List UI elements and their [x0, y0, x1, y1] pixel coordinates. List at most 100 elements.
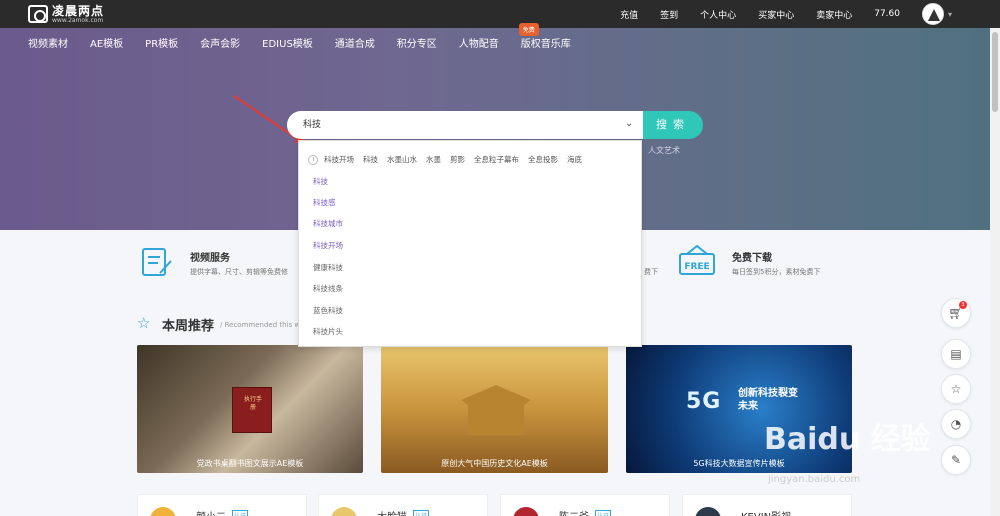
baidu-watermark: Baidu 经验 — [764, 422, 931, 457]
suggestion-item[interactable]: 科技片头 — [313, 326, 343, 337]
search-box: ⌄ — [287, 111, 643, 139]
author-card[interactable]: KEVIN影视 — [682, 494, 852, 516]
feedback-button[interactable]: ✎ — [941, 445, 971, 475]
verified-badge: 认证 — [595, 510, 612, 516]
free-icon-text: FREE — [684, 262, 709, 272]
author-card[interactable]: 颜小二 认证 — [137, 494, 307, 516]
history-item[interactable]: 全息投影 — [528, 154, 558, 165]
video-service-title: 视频服务 — [190, 253, 230, 264]
nav-points-zone[interactable]: 积分专区 — [397, 35, 437, 50]
user-avatar[interactable] — [921, 3, 944, 25]
nav-voiceover[interactable]: 人物配音 — [459, 35, 499, 50]
author-card[interactable]: 大脸猫 认证 — [318, 494, 488, 516]
favorite-button[interactable]: ☆ — [941, 374, 971, 404]
nav-music-library[interactable]: 免费 版权音乐库 — [518, 22, 571, 50]
points-balance: 77.60 — [874, 9, 900, 19]
service-desc-tail: 费下 — [644, 268, 658, 276]
buyer-center-link[interactable]: 买家中心 — [758, 8, 794, 21]
page: 凌晨两点 www.2amok.com 充值 签到 个人中心 买家中心 卖家中心 … — [0, 0, 1000, 516]
video-service-icon — [142, 248, 172, 276]
seller-center-link[interactable]: 卖家中心 — [816, 8, 852, 21]
card-title: 原创大气中国历史文化AE模板 — [441, 459, 548, 468]
free-download-desc: 每日签到5积分，素材免费下 — [732, 268, 821, 276]
headset-icon: ◔ — [950, 417, 962, 431]
search-history: 科技开场 科技 水墨山水 水墨 剪影 全息粒子幕布 全息投影 海底 — [308, 154, 591, 165]
weekly-title: 本周推荐 — [162, 319, 215, 334]
search-suggestions-dropdown: 科技开场 科技 水墨山水 水墨 剪影 全息粒子幕布 全息投影 海底 科技 科技感… — [298, 140, 642, 347]
suggestion-item[interactable]: 科技开场 — [313, 240, 343, 251]
logo-title: 凌晨两点 — [52, 3, 105, 18]
scrollbar-thumb[interactable] — [992, 32, 998, 112]
card-5g-text: 5G — [686, 389, 722, 414]
search-input[interactable] — [303, 118, 603, 128]
logo-icon — [28, 5, 48, 23]
nav-pr-templates[interactable]: PR模板 — [145, 35, 178, 50]
star-icon: ☆ — [137, 314, 151, 332]
avatar — [150, 507, 176, 516]
clipboard-icon: ▤ — [950, 347, 962, 361]
history-item[interactable]: 剪影 — [450, 154, 465, 165]
nav-edius-templates[interactable]: EDIUS模板 — [262, 35, 313, 50]
verified-badge: 认证 — [232, 510, 249, 516]
avatar — [331, 507, 357, 516]
archway-image — [461, 385, 531, 435]
support-button[interactable]: ◔ — [941, 409, 971, 439]
suggestion-item[interactable]: 蓝色科技 — [313, 305, 343, 316]
card-slogan: 创新科技裂变未来 — [738, 388, 798, 412]
site-logo[interactable]: 凌晨两点 www.2amok.com — [28, 4, 118, 24]
avatar — [695, 507, 721, 516]
verified-badge: 认证 — [413, 510, 430, 516]
suggestion-item[interactable]: 科技线条 — [313, 283, 343, 294]
weekly-subtitle: / Recommended this w — [220, 321, 301, 329]
card-title: 党政书桌翻书图文展示AE模板 — [196, 459, 304, 468]
suggestion-item[interactable]: 科技感 — [313, 197, 336, 208]
template-card[interactable]: 原创大气中国历史文化AE模板 — [381, 345, 608, 473]
user-center-link[interactable]: 个人中心 — [700, 8, 736, 21]
suggestion-item[interactable]: 科技城市 — [313, 218, 343, 229]
book-image: 执行手册 — [232, 387, 272, 433]
recharge-link[interactable]: 充值 — [620, 8, 638, 21]
main-nav: 视频素材 AE模板 PR模板 会声会影 EDIUS模板 通道合成 积分专区 人物… — [28, 22, 593, 51]
author-name: 陈二爷 — [559, 508, 589, 516]
cart-button[interactable]: 🛒︎ 3 — [941, 298, 971, 328]
nav-ae-templates[interactable]: AE模板 — [90, 35, 123, 50]
nav-music-label: 版权音乐库 — [520, 38, 571, 50]
template-card[interactable]: 执行手册 党政书桌翻书图文展示AE模板 — [137, 345, 363, 473]
avatar — [513, 507, 539, 516]
video-service-desc: 提供字幕、尺寸、剪辑等免费修 — [190, 268, 288, 276]
author-name: 大脸猫 — [377, 508, 407, 516]
history-clock-icon — [308, 154, 318, 165]
free-badge: 免费 — [518, 22, 539, 36]
nav-huisheng[interactable]: 会声会影 — [200, 35, 240, 50]
baidu-watermark-url: jingyan.baidu.com — [768, 474, 861, 485]
card-title: 5G科技大数据宣传片模板 — [693, 459, 785, 468]
hot-search-word[interactable]: 人文艺术 — [648, 145, 680, 156]
author-card[interactable]: 陈二爷 认证 — [500, 494, 670, 516]
history-item[interactable]: 水墨 — [426, 154, 441, 165]
free-download-title: 免费下载 — [732, 253, 772, 264]
chevron-down-icon[interactable]: ⌄ — [625, 118, 633, 129]
cart-count-badge: 3 — [959, 301, 967, 309]
author-name: KEVIN影视 — [741, 508, 791, 516]
chevron-down-icon[interactable]: ▾ — [948, 10, 952, 19]
top-bar: 凌晨两点 www.2amok.com 充值 签到 个人中心 买家中心 卖家中心 … — [0, 0, 1000, 28]
nav-video-footage[interactable]: 视频素材 — [28, 35, 68, 50]
history-item[interactable]: 全息粒子幕布 — [474, 154, 519, 165]
suggestion-item[interactable]: 健康科技 — [313, 262, 343, 273]
top-links: 充值 签到 个人中心 买家中心 卖家中心 77.60 ▾ — [620, 0, 1000, 28]
clipboard-button[interactable]: ▤ — [941, 339, 971, 369]
history-item[interactable]: 科技开场 — [324, 154, 354, 165]
scrollbar[interactable] — [990, 28, 1000, 516]
star-icon: ☆ — [950, 382, 962, 396]
history-item[interactable]: 科技 — [363, 154, 378, 165]
history-item[interactable]: 水墨山水 — [387, 154, 417, 165]
nav-channel-compositing[interactable]: 通道合成 — [335, 35, 375, 50]
logo-url: www.2amok.com — [52, 16, 104, 24]
search-button[interactable]: 搜索 — [643, 111, 703, 139]
suggestion-item[interactable]: 科技 — [313, 176, 328, 187]
book-title: 执行手册 — [243, 396, 262, 411]
edit-icon: ✎ — [950, 453, 962, 467]
history-item[interactable]: 海底 — [567, 154, 582, 165]
author-name: 颜小二 — [196, 508, 226, 516]
checkin-link[interactable]: 签到 — [660, 8, 678, 21]
